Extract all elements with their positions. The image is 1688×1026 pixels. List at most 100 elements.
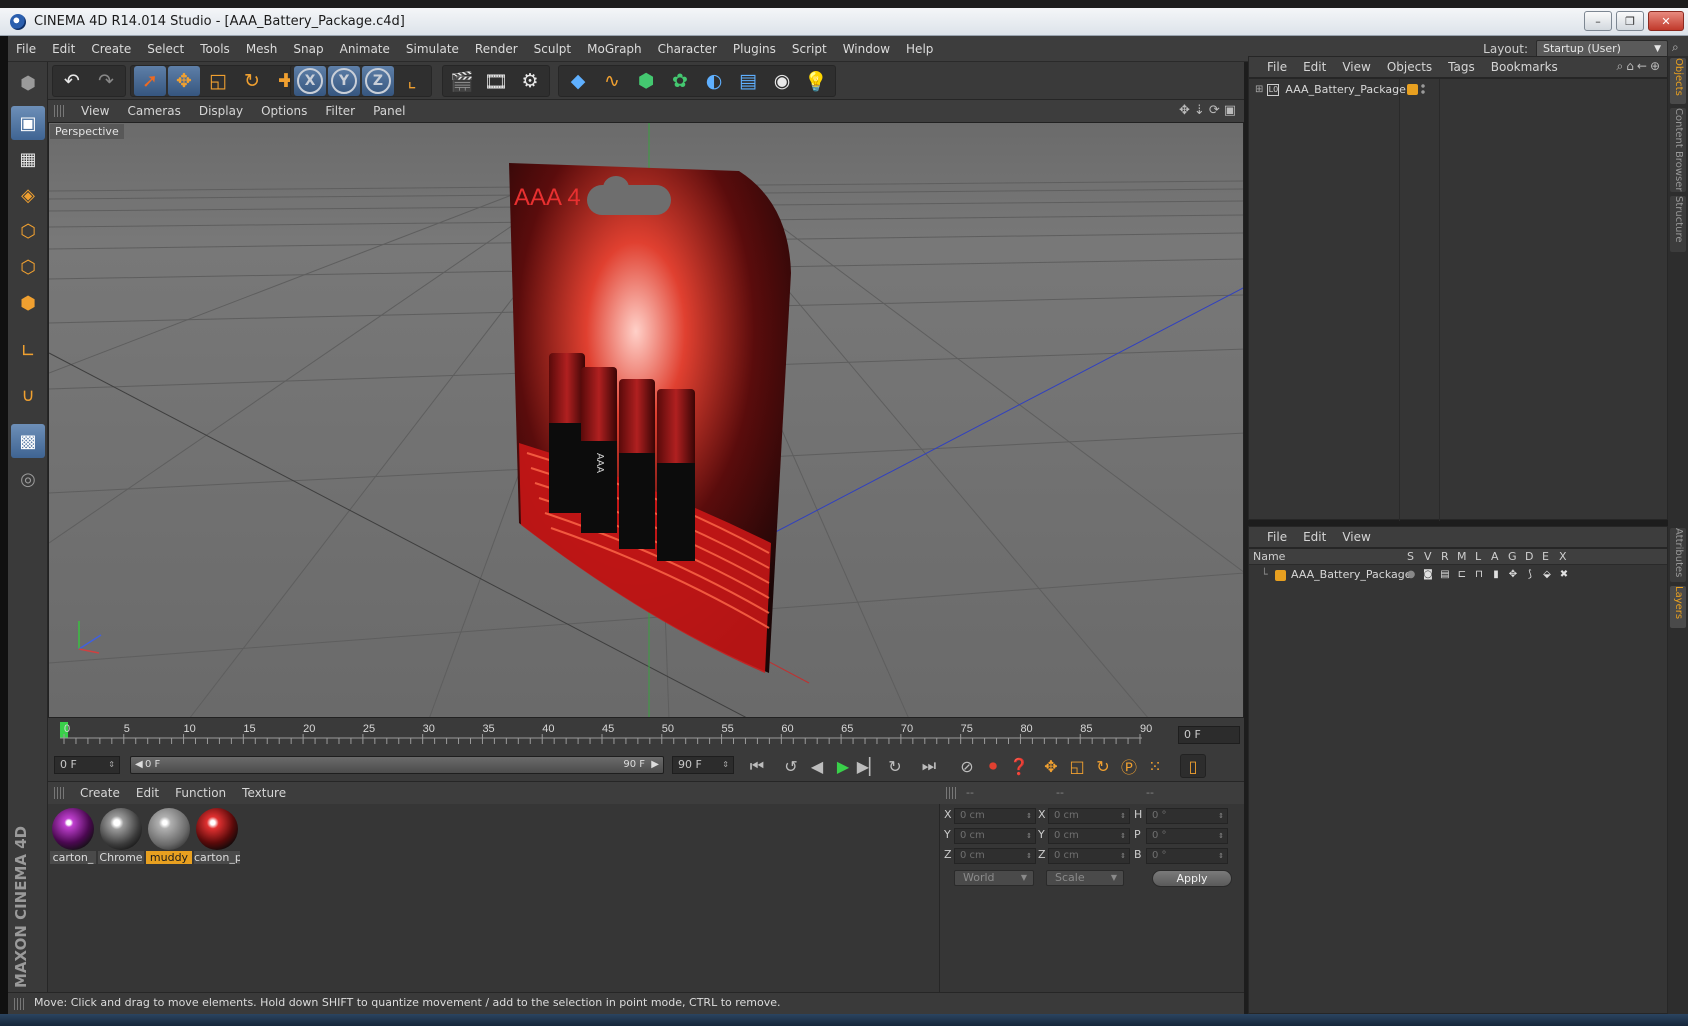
expression-icon[interactable]: ⬙ (1541, 569, 1553, 581)
col-view[interactable]: V (1424, 550, 1432, 563)
apply-button[interactable]: Apply (1152, 870, 1232, 887)
material-swatch[interactable]: carton_ (50, 808, 96, 864)
object-row[interactable]: ⊞ L0 AAA_Battery_Package (1255, 83, 1406, 96)
viewport-menu-options[interactable]: Options (252, 100, 316, 122)
spinner-icon[interactable]: ⇕ (1218, 809, 1224, 823)
light-icon[interactable]: 💡 (800, 66, 832, 96)
layer-row[interactable]: └ AAA_Battery_Package ● ◙ ▤ ⊏ ⊓ ▮ ✥ ⟆ ⬙ … (1249, 567, 1667, 583)
visibility-dots-icon[interactable] (1421, 83, 1425, 95)
grid-snap-icon[interactable]: ▩ (11, 424, 45, 458)
viewport-menu-cameras[interactable]: Cameras (118, 100, 189, 122)
material-swatch[interactable]: muddy (146, 808, 192, 864)
layer-color-chip[interactable] (1407, 84, 1418, 95)
current-frame-field[interactable]: 0 F (1178, 726, 1240, 744)
deformer-icon[interactable]: ⟆ (1524, 569, 1536, 581)
deformer-icon[interactable]: ◐ (698, 66, 730, 96)
timeline-window-icon[interactable]: ▯ (1180, 754, 1206, 778)
go-to-end-icon[interactable]: ⏭ (916, 754, 942, 778)
menu-character[interactable]: Character (650, 36, 725, 62)
timeline-ruler[interactable]: 0 5 10 15 20 25 30 35 40 45 50 55 60 65 … (48, 718, 1244, 748)
viewport-perspective-label[interactable]: Perspective (50, 124, 124, 139)
coordinate-system-icon[interactable]: ⌞ (396, 66, 428, 96)
object-menu-file[interactable]: File (1249, 57, 1295, 77)
spinner-icon[interactable]: ⇕ (1120, 809, 1126, 823)
y-axis-icon[interactable]: Y (328, 66, 360, 96)
array-icon[interactable]: ✿ (664, 66, 696, 96)
panel-grip-icon[interactable] (946, 787, 958, 799)
minimize-button[interactable]: – (1584, 11, 1612, 31)
generator-icon[interactable]: ✥ (1507, 569, 1519, 581)
key-scale-icon[interactable]: ◱ (1064, 754, 1090, 778)
object-menu-tags[interactable]: Tags (1440, 57, 1483, 77)
axis-mode-icon[interactable]: ∟ (11, 334, 45, 368)
col-solo[interactable]: S (1407, 550, 1414, 563)
pos-z-field[interactable]: 0 cm ⇕ (954, 848, 1036, 864)
layer-menu-edit[interactable]: Edit (1295, 527, 1334, 547)
next-frame-icon[interactable]: ▶▏ (856, 754, 882, 778)
maximize-button[interactable]: ❐ (1616, 11, 1644, 31)
workplane-icon[interactable]: ◈ (11, 178, 45, 212)
col-xref[interactable]: X (1559, 550, 1567, 563)
panel-grip-icon[interactable] (54, 105, 66, 117)
size-y-field[interactable]: 0 cm ⇕ (1048, 828, 1130, 844)
rot-b-field[interactable]: 0 ° ⇕ (1146, 848, 1228, 864)
material-menu-texture[interactable]: Texture (234, 782, 294, 804)
spinner-icon[interactable]: ⇕ (1026, 849, 1032, 863)
nurbs-icon[interactable]: ⬢ (630, 66, 662, 96)
menu-edit[interactable]: Edit (44, 36, 83, 62)
layer-menu-file[interactable]: File (1249, 527, 1295, 547)
record-keyframes-icon[interactable]: ⏺ (980, 754, 1006, 778)
texture-mode-icon[interactable]: ▦ (11, 142, 45, 176)
spinner-icon[interactable]: ⇕ (1120, 849, 1126, 863)
animation-icon[interactable]: ▮ (1490, 569, 1502, 581)
key-rotation-icon[interactable]: ↻ (1090, 754, 1116, 778)
search-icon[interactable]: ⌕ (1672, 40, 1686, 54)
spinner-icon[interactable]: ⇕ (108, 757, 115, 773)
soft-selection-icon[interactable]: ◎ (11, 462, 45, 496)
move-icon[interactable]: ✥ (168, 66, 200, 96)
floor-icon[interactable]: ▤ (732, 66, 764, 96)
redo-icon[interactable]: ↷ (90, 66, 122, 96)
key-point-level-icon[interactable]: ⁙ (1142, 754, 1168, 778)
spinner-icon[interactable]: ⇕ (1218, 849, 1224, 863)
manager-icon[interactable]: ⊏ (1456, 569, 1468, 581)
play-icon[interactable]: ▶ (830, 754, 856, 778)
material-swatch[interactable]: Chrome (98, 808, 144, 864)
camera-icon[interactable]: ◉ (766, 66, 798, 96)
tab-content-browser[interactable]: Content Browser (1670, 108, 1686, 192)
col-generators[interactable]: G (1508, 550, 1517, 563)
next-key-icon[interactable]: ↻ (882, 754, 908, 778)
tab-attributes[interactable]: Attributes (1670, 528, 1686, 582)
x-axis-icon[interactable]: X (294, 66, 326, 96)
object-menu-view[interactable]: View (1334, 57, 1378, 77)
spline-pen-icon[interactable]: ∿ (596, 66, 628, 96)
material-menu-create[interactable]: Create (72, 782, 128, 804)
model-mode-icon[interactable]: ⬢ (11, 66, 45, 100)
col-name[interactable]: Name (1253, 550, 1285, 563)
key-parameter-icon[interactable]: Ⓟ (1116, 754, 1142, 778)
viewport-menu-display[interactable]: Display (190, 100, 252, 122)
autokey-off-icon[interactable]: ⊘ (954, 754, 980, 778)
menu-create[interactable]: Create (83, 36, 139, 62)
close-button[interactable]: ✕ (1648, 11, 1684, 31)
3d-viewport[interactable]: AAA 4 AAA Perspective (48, 122, 1244, 718)
object-menu-objects[interactable]: Objects (1379, 57, 1440, 77)
preview-range-slider[interactable]: ◀ 0 F 90 F ▶ (130, 756, 664, 774)
col-animation[interactable]: A (1491, 550, 1499, 563)
spinner-icon[interactable]: ⇕ (1120, 829, 1126, 843)
cube-icon[interactable]: ◆ (562, 66, 594, 96)
material-menu-function[interactable]: Function (167, 782, 234, 804)
col-manager[interactable]: M (1457, 550, 1467, 563)
menu-animate[interactable]: Animate (332, 36, 398, 62)
coordinate-space-select[interactable]: World ▼ (954, 870, 1034, 886)
rotate-icon[interactable]: ↻ (236, 66, 268, 96)
menu-window[interactable]: Window (835, 36, 898, 62)
tab-structure[interactable]: Structure (1670, 196, 1686, 252)
range-left-arrow-icon[interactable]: ◀ (135, 757, 143, 773)
magnet-icon[interactable]: ∪ (11, 378, 45, 412)
object-menu-edit[interactable]: Edit (1295, 57, 1334, 77)
rot-p-field[interactable]: 0 ° ⇕ (1146, 828, 1228, 844)
menu-help[interactable]: Help (898, 36, 941, 62)
spinner-icon[interactable]: ⇕ (722, 757, 729, 773)
menu-plugins[interactable]: Plugins (725, 36, 784, 62)
